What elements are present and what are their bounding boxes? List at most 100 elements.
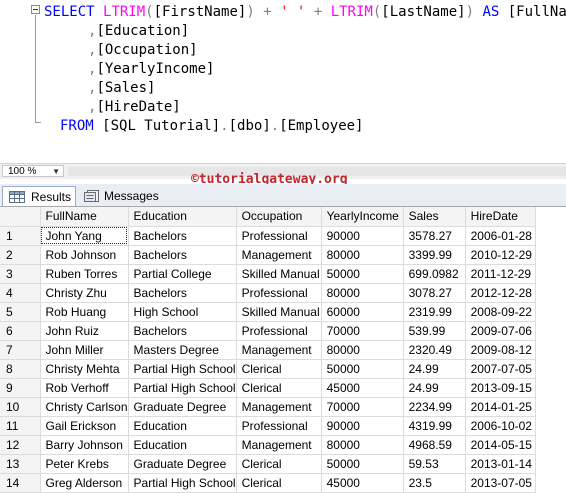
table-cell[interactable]: Barry Johnson <box>40 435 129 455</box>
row-number[interactable]: 11 <box>0 416 41 436</box>
table-row[interactable]: 1 John Yang Bachelors Professional 90000 3578… <box>0 226 536 246</box>
row-number[interactable]: 8 <box>0 359 41 379</box>
table-row[interactable]: 9 Rob Verhoff Partial High School Clerical 4… <box>0 378 536 398</box>
chevron-down-icon[interactable]: ▼ <box>52 166 60 178</box>
table-cell[interactable]: John Miller <box>40 340 129 360</box>
results-grid[interactable]: FullName Education Occupation YearlyIncome S… <box>0 206 566 493</box>
table-cell[interactable]: 70000 <box>321 397 404 417</box>
table-cell[interactable]: 2234.99 <box>403 397 466 417</box>
table-cell[interactable]: 2009-08-12 <box>465 340 536 360</box>
row-number[interactable]: 7 <box>0 340 41 360</box>
table-cell[interactable]: 90000 <box>321 226 404 246</box>
table-cell[interactable]: Partial High School <box>128 473 237 493</box>
table-cell[interactable]: 80000 <box>321 435 404 455</box>
table-cell[interactable]: Bachelors <box>128 283 237 303</box>
table-cell[interactable]: 80000 <box>321 283 404 303</box>
table-cell[interactable]: John Ruiz <box>40 321 129 341</box>
collapse-toggle-icon[interactable] <box>31 5 40 14</box>
table-cell[interactable]: 80000 <box>321 245 404 265</box>
table-cell[interactable]: Rob Johnson <box>40 245 129 265</box>
column-header[interactable]: Education <box>128 207 237 227</box>
table-cell[interactable]: 50000 <box>321 359 404 379</box>
table-cell[interactable]: Management <box>236 245 322 265</box>
table-cell[interactable]: Bachelors <box>128 321 237 341</box>
column-header[interactable]: Sales <box>403 207 466 227</box>
table-cell[interactable]: Management <box>236 435 322 455</box>
table-cell[interactable]: 60000 <box>321 302 404 322</box>
table-cell[interactable]: Skilled Manual <box>236 302 322 322</box>
zoom-select[interactable]: 100 % ▼ <box>2 165 64 177</box>
table-cell[interactable]: Graduate Degree <box>128 397 237 417</box>
table-row[interactable]: 7 John Miller Masters Degree Management 8000… <box>0 340 536 360</box>
table-cell[interactable]: Professional <box>236 283 322 303</box>
table-cell[interactable]: 2009-07-06 <box>465 321 536 341</box>
table-cell[interactable]: 2006-10-02 <box>465 416 536 436</box>
table-cell[interactable]: 23.5 <box>403 473 466 493</box>
table-cell[interactable]: 699.0982 <box>403 264 466 284</box>
table-cell[interactable]: 45000 <box>321 378 404 398</box>
row-number[interactable]: 4 <box>0 283 41 303</box>
table-row[interactable]: 3 Ruben Torres Partial College Skilled Manu… <box>0 264 536 284</box>
table-row[interactable]: 10 Christy Carlson Graduate Degree Manageme… <box>0 397 536 417</box>
table-cell[interactable]: Bachelors <box>128 245 237 265</box>
column-header[interactable]: YearlyIncome <box>321 207 404 227</box>
table-cell[interactable]: Professional <box>236 226 322 246</box>
table-cell[interactable]: 2008-09-22 <box>465 302 536 322</box>
table-cell[interactable]: 2012-12-28 <box>465 283 536 303</box>
table-cell[interactable]: 45000 <box>321 473 404 493</box>
column-header[interactable]: FullName <box>40 207 129 227</box>
table-row[interactable]: 2 Rob Johnson Bachelors Management 80000 3399… <box>0 245 536 265</box>
table-cell[interactable]: High School <box>128 302 237 322</box>
table-cell[interactable]: Partial High School <box>128 378 237 398</box>
table-cell[interactable]: 3078.27 <box>403 283 466 303</box>
table-cell[interactable]: 90000 <box>321 416 404 436</box>
table-cell[interactable]: Professional <box>236 416 322 436</box>
row-number[interactable]: 14 <box>0 473 41 493</box>
tab-messages[interactable]: Messages <box>78 186 159 206</box>
row-number[interactable]: 5 <box>0 302 41 322</box>
table-cell[interactable]: Peter Krebs <box>40 454 129 474</box>
table-cell[interactable]: Masters Degree <box>128 340 237 360</box>
table-cell[interactable]: Graduate Degree <box>128 454 237 474</box>
table-row[interactable]: 5 Rob Huang High School Skilled Manual 60000… <box>0 302 536 322</box>
table-cell[interactable]: 2011-12-29 <box>465 264 536 284</box>
table-cell[interactable]: John Yang <box>40 226 129 246</box>
table-cell[interactable]: Christy Mehta <box>40 359 129 379</box>
table-row[interactable]: 8 Christy Mehta Partial High School Clerica… <box>0 359 536 379</box>
table-row[interactable]: 14 Greg Alderson Partial High School Cleric… <box>0 473 536 493</box>
column-header[interactable]: HireDate <box>465 207 536 227</box>
row-number[interactable]: 1 <box>0 226 41 246</box>
table-cell[interactable]: Gail Erickson <box>40 416 129 436</box>
table-cell[interactable]: Clerical <box>236 473 322 493</box>
table-cell[interactable]: 50000 <box>321 264 404 284</box>
table-cell[interactable]: Management <box>236 340 322 360</box>
table-cell[interactable]: 2013-01-14 <box>465 454 536 474</box>
row-number[interactable]: 3 <box>0 264 41 284</box>
row-number[interactable]: 13 <box>0 454 41 474</box>
sql-editor[interactable]: SELECT LTRIM([FirstName]) + ' ' + LTRIM(… <box>0 0 566 163</box>
row-number[interactable]: 12 <box>0 435 41 455</box>
table-cell[interactable]: Christy Carlson <box>40 397 129 417</box>
table-cell[interactable]: 4968.59 <box>403 435 466 455</box>
row-number[interactable]: 10 <box>0 397 41 417</box>
table-cell[interactable]: 3578.27 <box>403 226 466 246</box>
table-cell[interactable]: Management <box>236 397 322 417</box>
table-row[interactable]: 11 Gail Erickson Education Professional 9000… <box>0 416 536 436</box>
table-cell[interactable]: 70000 <box>321 321 404 341</box>
table-row[interactable]: 12 Barry Johnson Education Management 80000 4… <box>0 435 536 455</box>
row-number[interactable]: 6 <box>0 321 41 341</box>
table-cell[interactable]: Professional <box>236 321 322 341</box>
table-cell[interactable]: Skilled Manual <box>236 264 322 284</box>
table-cell[interactable]: 24.99 <box>403 359 466 379</box>
row-number[interactable]: 9 <box>0 378 41 398</box>
table-cell[interactable]: 4319.99 <box>403 416 466 436</box>
row-number-header[interactable] <box>0 207 41 227</box>
tab-results[interactable]: Results <box>2 186 76 206</box>
table-cell[interactable]: Partial High School <box>128 359 237 379</box>
table-cell[interactable]: 2006-01-28 <box>465 226 536 246</box>
table-cell[interactable]: 2013-09-15 <box>465 378 536 398</box>
table-row[interactable]: 4 Christy Zhu Bachelors Professional 80000 30… <box>0 283 536 303</box>
table-cell[interactable]: Clerical <box>236 454 322 474</box>
table-cell[interactable]: 2320.49 <box>403 340 466 360</box>
column-header[interactable]: Occupation <box>236 207 322 227</box>
